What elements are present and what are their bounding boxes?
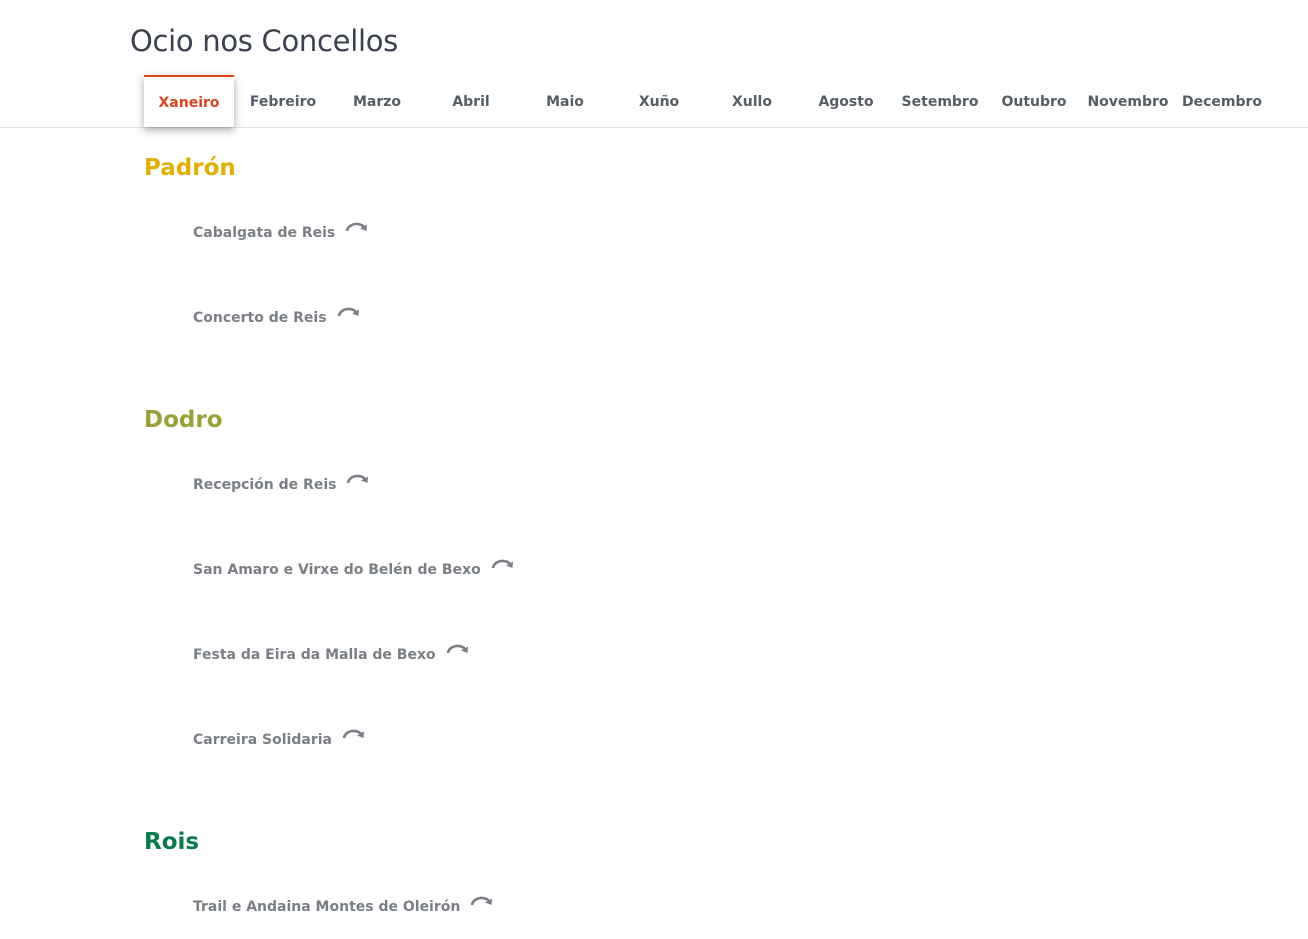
tab-agosto[interactable]: Agosto [801,75,891,127]
event-label[interactable]: Concerto de Reis [193,310,327,326]
recurring-arrow-icon [337,307,359,317]
event-label[interactable]: Carreira Solidaria [193,732,332,748]
event-label[interactable]: Trail e Andaina Montes de Oleirón [193,899,460,915]
tab-novembro[interactable]: Novembro [1083,75,1173,127]
recurring-arrow-icon [342,729,364,739]
event-label[interactable]: Recepción de Reis [193,477,336,493]
event-item[interactable]: Festa da Eira da Malla de Bexo [193,644,469,663]
recurring-arrow-icon [345,222,368,232]
section-title-padron: Padrón [144,155,236,181]
tab-xuno[interactable]: Xuño [614,75,704,127]
section-title-dodro: Dodro [144,407,223,433]
tab-marzo[interactable]: Marzo [332,75,422,127]
month-tabs: Xaneiro Febreiro Marzo Abril Maio Xuño X… [0,75,1308,128]
tab-maio[interactable]: Maio [520,75,610,127]
event-item[interactable]: San Amaro e Virxe do Belén de Bexo [193,559,514,578]
tab-febreiro[interactable]: Febreiro [238,75,328,127]
event-item[interactable]: Carreira Solidaria [193,729,365,748]
page-title: Ocio nos Concellos [130,24,398,58]
tab-decembro[interactable]: Decembro [1177,75,1267,127]
tab-xullo[interactable]: Xullo [707,75,797,127]
event-label[interactable]: Festa da Eira da Malla de Bexo [193,647,436,663]
recurring-arrow-icon [347,474,369,484]
recurring-arrow-icon [491,559,513,569]
tab-xaneiro[interactable]: Xaneiro [144,75,234,127]
section-title-rois: Rois [144,829,200,855]
event-label[interactable]: San Amaro e Virxe do Belén de Bexo [193,562,481,578]
event-item[interactable]: Concerto de Reis [193,307,360,326]
event-item[interactable]: Trail e Andaina Montes de Oleirón [193,896,493,915]
event-item[interactable]: Recepción de Reis [193,474,369,493]
page: Ocio nos Concellos Xaneiro Febreiro Marz… [0,0,1308,939]
event-label[interactable]: Cabalgata de Reis [193,225,335,241]
tab-abril[interactable]: Abril [426,75,516,127]
event-item[interactable]: Cabalgata de Reis [193,222,368,241]
recurring-arrow-icon [471,896,493,906]
recurring-arrow-icon [446,644,468,654]
tab-outubro[interactable]: Outubro [989,75,1079,127]
tab-setembro[interactable]: Setembro [895,75,985,127]
